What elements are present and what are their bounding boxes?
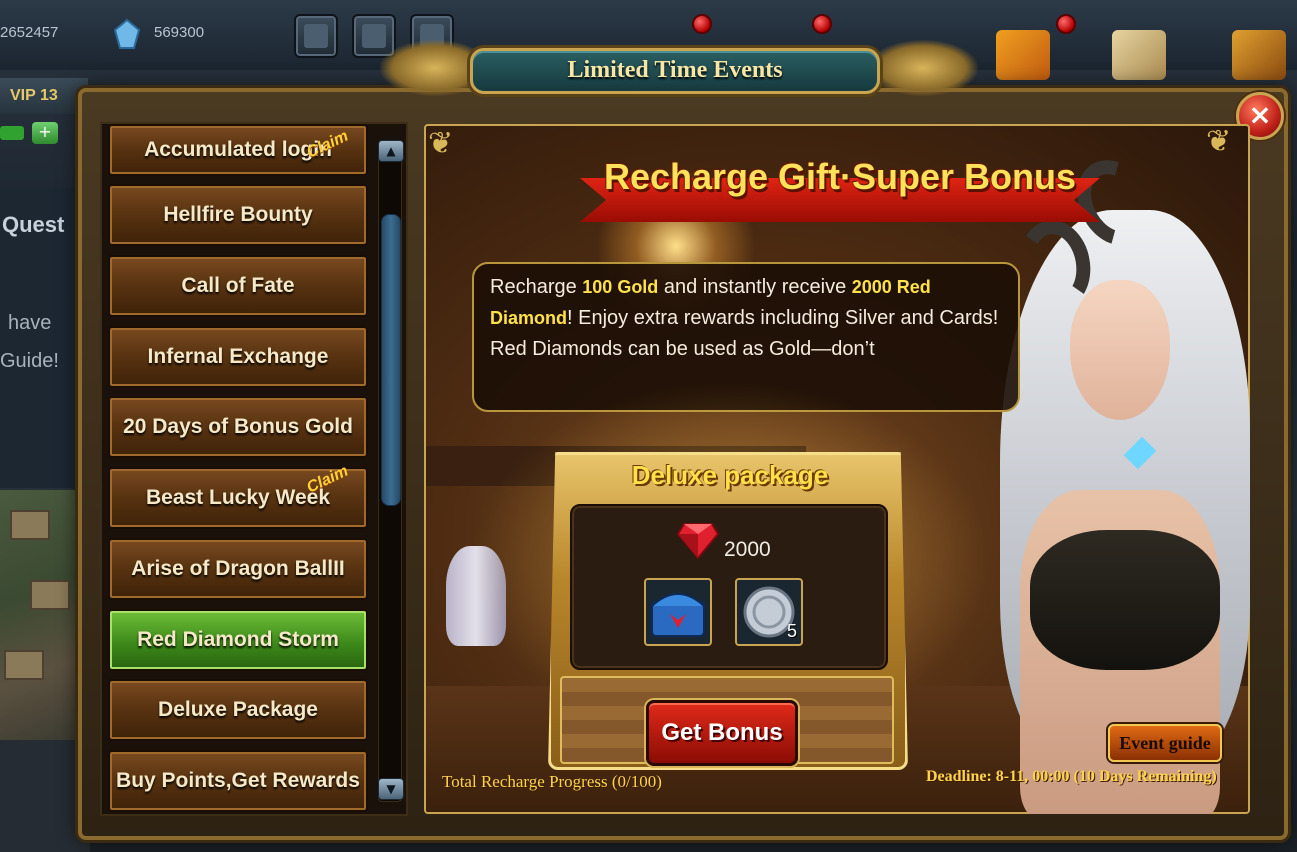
- event-title: Recharge Gift·Super Bonus: [603, 156, 1077, 197]
- desc-gold-highlight: 100 Gold: [582, 277, 659, 297]
- chest-icon: [651, 593, 705, 637]
- quest-text: Guide!: [0, 350, 59, 372]
- mystery-box-icon[interactable]: [996, 30, 1050, 80]
- window-title-plate: Limited Time Events: [470, 48, 880, 94]
- get-bonus-button[interactable]: Get Bonus: [646, 700, 798, 766]
- sidebar-item-accumulated-login[interactable]: Accumulated login Claim: [108, 124, 368, 176]
- notification-dot: [812, 14, 832, 34]
- event-banner: Recharge Gift·Super Bonus: [560, 148, 1120, 238]
- add-energy-button[interactable]: +: [32, 122, 58, 144]
- sidebar-item-bonus-gold[interactable]: 20 Days of Bonus Gold: [108, 396, 368, 458]
- gold-amount: 2652457: [0, 24, 59, 41]
- diamond-amount: 569300: [154, 24, 205, 41]
- sidebar-item-infernal-exchange[interactable]: Infernal Exchange: [108, 326, 368, 388]
- item-quantity: 5: [786, 621, 797, 641]
- sidebar-item-call-of-fate[interactable]: Call of Fate: [108, 255, 368, 317]
- exp-bar: [0, 126, 24, 140]
- scrollbar-thumb[interactable]: [381, 214, 401, 506]
- gift-icon[interactable]: [294, 14, 338, 58]
- chest-item-slot[interactable]: [644, 578, 712, 646]
- window-title: Limited Time Events: [567, 57, 783, 83]
- quest-scroll-icon[interactable]: [1112, 30, 1166, 80]
- sidebar-item-deluxe-package[interactable]: Deluxe Package: [108, 679, 368, 741]
- sidebar-item-label: Deluxe Package: [158, 698, 318, 721]
- quest-text: have: [8, 312, 52, 334]
- sidebar-item-buy-points[interactable]: Buy Points,Get Rewards: [108, 750, 368, 812]
- event-guide-button[interactable]: Event guide: [1108, 724, 1222, 762]
- sidebar-item-label: 20 Days of Bonus Gold: [123, 415, 353, 438]
- red-diamond-icon: [676, 523, 720, 560]
- ranking-icon[interactable]: [1232, 30, 1286, 80]
- red-diamond-count: 2000: [724, 538, 771, 561]
- scroll-down-icon[interactable]: ▼: [378, 778, 404, 800]
- title-ornament: [868, 40, 978, 96]
- sidebar-item-beast-lucky-week[interactable]: Beast Lucky Week Claim: [108, 463, 368, 529]
- desc-text: and instantly receive: [658, 276, 852, 298]
- sidebar-item-label: Infernal Exchange: [147, 345, 329, 368]
- world-map-preview: [0, 490, 90, 740]
- sidebar-item-label: Hellfire Bounty: [163, 203, 313, 226]
- sidebar-item-label: Buy Points,Get Rewards: [116, 769, 360, 792]
- vip-badge[interactable]: VIP 13: [0, 78, 88, 114]
- quest-title[interactable]: Quest: [2, 212, 64, 238]
- sidebar-item-label: Red Diamond Storm: [137, 628, 339, 651]
- crystal-icon: [113, 18, 141, 49]
- recharge-progress: Total Recharge Progress (0/100): [442, 772, 662, 791]
- sidebar-item-label: Accumulated login: [144, 138, 332, 161]
- silver-item-slot[interactable]: 5: [735, 578, 803, 646]
- desc-text: Recharge: [490, 276, 583, 298]
- event-deadline: Deadline: 8-11, 00:00 (10 Days Remaining…: [926, 768, 1217, 785]
- corner-ornament-icon: ❦: [428, 126, 454, 161]
- game-screen: 2652457 569300 VIP 13 + Quest have Guide…: [0, 0, 1297, 852]
- notification-dot: [1056, 14, 1076, 34]
- scroll-up-icon[interactable]: ▲: [378, 140, 404, 162]
- demon-heroine-illustration: [960, 150, 1250, 814]
- desc-text: ! Enjoy extra rewards including Silver a…: [490, 307, 999, 360]
- notification-dot: [692, 14, 712, 34]
- sidebar-item-label: Call of Fate: [181, 274, 295, 297]
- sidebar-item-label: Beast Lucky Week: [145, 486, 331, 509]
- sidebar-item-hellfire-bounty[interactable]: Hellfire Bounty: [108, 184, 368, 246]
- bottom-hud: [0, 740, 90, 852]
- sidebar-item-label: Arise of Dragon BallII: [131, 557, 345, 580]
- event-list: Accumulated login Claim Hellfire Bounty …: [100, 122, 408, 816]
- package-title: Deluxe package: [631, 460, 829, 490]
- sidebar-item-red-diamond-storm[interactable]: Red Diamond Storm: [108, 609, 368, 671]
- package-contents: [570, 504, 888, 670]
- sidebar-item-dragon-ball[interactable]: Arise of Dragon BallII: [108, 538, 368, 600]
